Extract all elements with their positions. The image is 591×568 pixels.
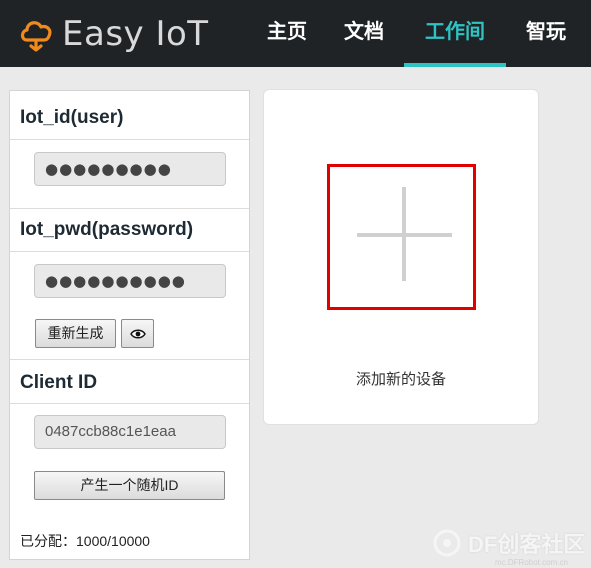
divider	[10, 403, 249, 404]
client-id-title: Client ID	[20, 372, 98, 393]
password-title: Iot_pwd(password)	[20, 219, 194, 240]
nav-item-play[interactable]: 智玩	[506, 0, 586, 67]
allocation-count: 已分配：1000/10000	[20, 533, 150, 549]
top-navbar: Easy IoT 主页 文档 工作间 智玩	[0, 0, 591, 67]
add-device-card[interactable]: 添加新的设备	[263, 89, 539, 425]
nav-item-home[interactable]: 主页	[250, 0, 324, 67]
watermark: DF创客社区	[432, 527, 585, 559]
random-id-button[interactable]: 产生一个随机ID	[34, 471, 225, 500]
user-id-field[interactable]: ●●●●●●●●●	[34, 152, 226, 186]
password-field[interactable]: ●●●●●●●●●●	[34, 264, 226, 298]
credentials-panel: Iot_id(user) ●●●●●●●●● Iot_pwd(password)…	[9, 90, 250, 560]
user-id-title: Iot_id(user)	[20, 107, 124, 128]
divider	[10, 208, 249, 209]
watermark-subtext: mc.DFRobot.com.cn	[495, 558, 568, 567]
watermark-logo-icon	[433, 529, 461, 557]
divider	[10, 139, 249, 140]
cloud-logo-icon	[20, 21, 52, 52]
show-password-button[interactable]	[121, 319, 154, 348]
watermark-text: DF创客社区	[468, 532, 586, 557]
add-device-label: 添加新的设备	[355, 371, 446, 388]
nav-item-workspace[interactable]: 工作间	[404, 0, 506, 67]
brand-name: Easy IoT	[62, 14, 209, 54]
main-nav: 主页 文档 工作间 智玩	[250, 0, 586, 67]
eye-icon	[129, 329, 146, 339]
client-id-field[interactable]: 0487ccb88c1e1eaa	[34, 415, 226, 449]
highlight-box	[327, 164, 476, 310]
plus-icon-vertical	[402, 187, 406, 281]
nav-item-docs[interactable]: 文档	[324, 0, 404, 67]
divider	[10, 359, 249, 360]
regenerate-button[interactable]: 重新生成	[35, 319, 116, 348]
divider	[10, 251, 249, 252]
brand-logo[interactable]: Easy IoT	[18, 12, 209, 56]
